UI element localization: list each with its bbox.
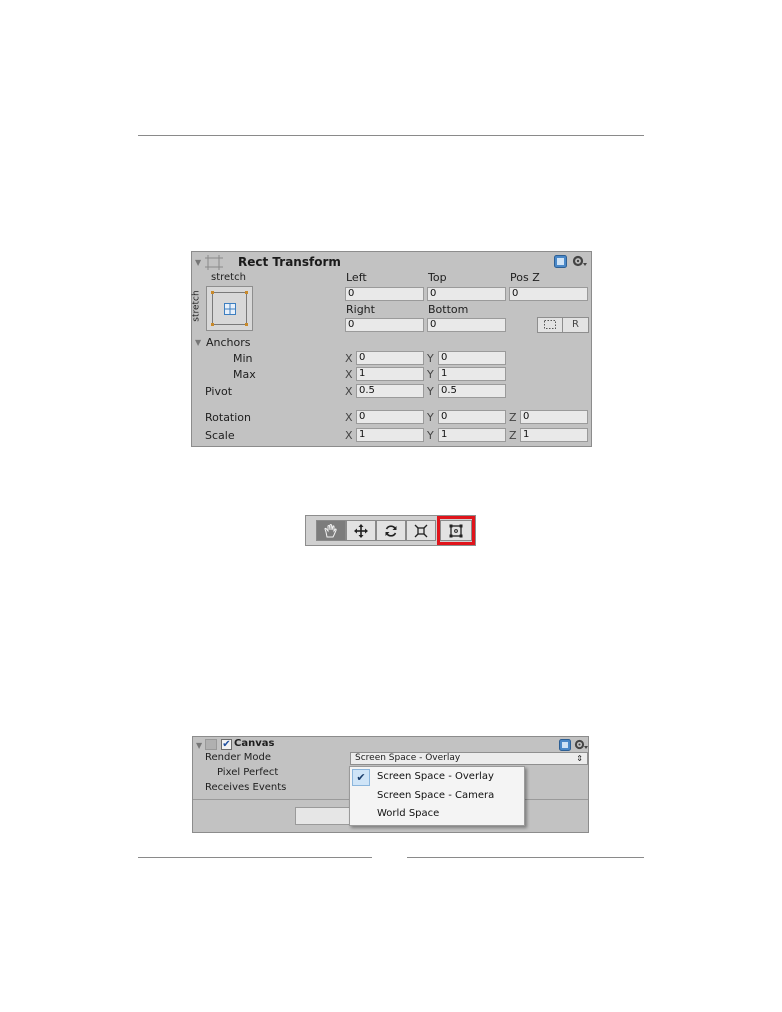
pivot-y-axis-label: Y	[427, 385, 434, 398]
rotate-tool-button[interactable]	[376, 520, 406, 541]
pivot-x-axis-label: X	[345, 385, 353, 398]
rotation-z-field[interactable]: 0	[520, 410, 588, 424]
collapse-triangle-icon[interactable]: ▼	[196, 741, 202, 750]
collapse-triangle-icon[interactable]: ▼	[195, 258, 201, 267]
min-label: Min	[233, 352, 253, 365]
rotation-label: Rotation	[205, 411, 252, 424]
dropdown-arrows-icon: ⇕	[576, 754, 583, 763]
anchor-preset-horizontal-label: stretch	[211, 272, 246, 283]
scale-y-axis-label: Y	[427, 429, 434, 442]
top-label: Top	[428, 271, 447, 284]
rect-transform-icon	[205, 255, 223, 270]
render-mode-menu: ✔ Screen Space - Overlay Screen Space - …	[349, 766, 525, 826]
canvas-panel: ▼ ✔ Canvas Render Mode Screen Space - Ov…	[192, 736, 589, 833]
stretch-arrows-icon	[224, 303, 236, 315]
bottom-field[interactable]: 0	[427, 318, 506, 332]
menu-item-world-space[interactable]: World Space	[377, 808, 439, 819]
rect-tool-highlight	[437, 516, 475, 545]
pivot-x-field[interactable]: 0.5	[356, 384, 424, 398]
anchor-corner-dot	[245, 291, 248, 294]
anchor-preset-frame	[211, 291, 248, 326]
anchors-label: Anchors	[206, 336, 251, 349]
anchor-corner-dot	[211, 291, 214, 294]
rotation-z-axis-label: Z	[509, 411, 517, 424]
raw-edit-button[interactable]: R	[562, 317, 589, 333]
bottom-label: Bottom	[428, 303, 469, 316]
rotation-x-field[interactable]: 0	[356, 410, 424, 424]
enabled-checkbox[interactable]: ✔	[221, 739, 232, 750]
scale-icon	[414, 524, 428, 537]
hand-tool-button[interactable]	[316, 520, 346, 541]
max-label: Max	[233, 368, 256, 381]
anchor-corner-dot	[211, 323, 214, 326]
rotation-x-axis-label: X	[345, 411, 353, 424]
component-title: Canvas	[234, 738, 275, 749]
top-field[interactable]: 0	[427, 287, 506, 301]
min-y-field[interactable]: 0	[438, 351, 506, 365]
render-mode-dropdown[interactable]: Screen Space - Overlay ⇕	[350, 752, 588, 765]
min-y-axis-label: Y	[427, 352, 434, 365]
right-label: Right	[346, 303, 375, 316]
right-field[interactable]: 0	[345, 318, 424, 332]
posz-label: Pos Z	[510, 271, 540, 284]
move-arrows-icon	[354, 523, 368, 538]
rotate-icon	[385, 524, 397, 537]
anchor-preset-vertical-label: stretch	[191, 290, 202, 322]
render-mode-label: Render Mode	[205, 752, 272, 763]
blueprint-mode-button[interactable]	[537, 317, 563, 333]
bottom-rule-right	[407, 857, 644, 858]
min-x-field[interactable]: 0	[356, 351, 424, 365]
bottom-rule-left	[138, 857, 372, 858]
dotted-rect-icon	[544, 320, 556, 329]
rotation-y-field[interactable]: 0	[438, 410, 506, 424]
canvas-component-icon	[205, 739, 217, 750]
anchors-triangle-icon[interactable]: ▼	[195, 338, 201, 347]
max-x-field[interactable]: 1	[356, 367, 424, 381]
rotation-y-axis-label: Y	[427, 411, 434, 424]
gear-icon[interactable]	[572, 255, 588, 268]
max-y-axis-label: Y	[427, 368, 434, 381]
posz-field[interactable]: 0	[509, 287, 588, 301]
top-rule	[138, 135, 644, 136]
scale-z-axis-label: Z	[509, 429, 517, 442]
scale-z-field[interactable]: 1	[520, 428, 588, 442]
left-field[interactable]: 0	[345, 287, 424, 301]
scale-label: Scale	[205, 429, 235, 442]
transform-toolbar	[305, 515, 476, 546]
scale-x-axis-label: X	[345, 429, 353, 442]
rect-transform-panel: ▼ Rect Transform stretch stretch Left To…	[191, 251, 592, 447]
anchor-corner-dot	[245, 323, 248, 326]
anchor-preset-button[interactable]	[206, 286, 253, 331]
receives-events-label: Receives Events	[205, 782, 287, 793]
checkmark-icon: ✔	[352, 769, 370, 786]
help-book-icon[interactable]	[559, 739, 571, 751]
menu-item-screen-space-overlay[interactable]: Screen Space - Overlay	[377, 771, 494, 782]
move-tool-button[interactable]	[346, 520, 376, 541]
scale-y-field[interactable]: 1	[438, 428, 506, 442]
menu-item-screen-space-camera[interactable]: Screen Space - Camera	[377, 790, 494, 801]
pivot-label: Pivot	[205, 385, 233, 398]
hand-icon	[324, 523, 337, 537]
left-label: Left	[346, 271, 367, 284]
min-x-axis-label: X	[345, 352, 353, 365]
pixel-perfect-label: Pixel Perfect	[217, 767, 279, 778]
edit-buttons-group: R	[537, 317, 589, 333]
help-book-icon[interactable]	[554, 255, 567, 268]
max-y-field[interactable]: 1	[438, 367, 506, 381]
render-mode-value: Screen Space - Overlay	[355, 753, 461, 763]
pivot-y-field[interactable]: 0.5	[438, 384, 506, 398]
scale-tool-button[interactable]	[406, 520, 436, 541]
max-x-axis-label: X	[345, 368, 353, 381]
hidden-button[interactable]	[295, 807, 355, 825]
component-title: Rect Transform	[238, 255, 341, 269]
gear-icon[interactable]	[574, 739, 589, 751]
scale-x-field[interactable]: 1	[356, 428, 424, 442]
